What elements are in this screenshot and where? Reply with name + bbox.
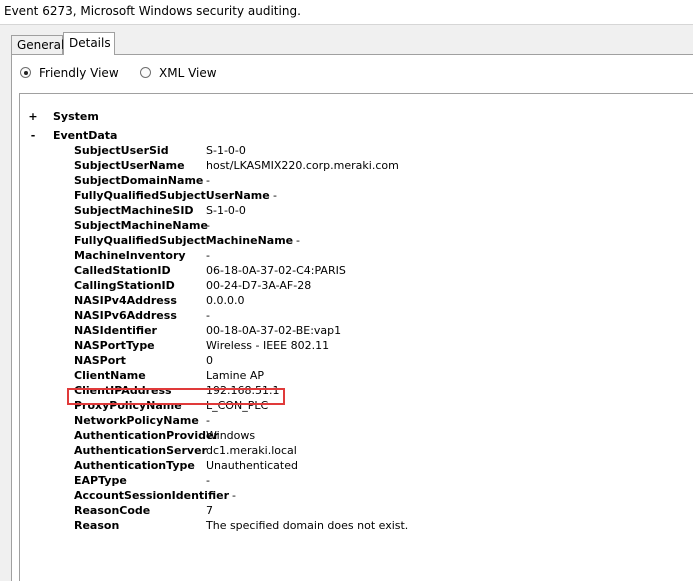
friendly-view-radio[interactable]: [20, 67, 31, 78]
field-value: dc1.meraki.local: [206, 444, 297, 457]
field-name: FullyQualifiedSubjectMachineName: [74, 234, 294, 247]
field-value: -: [206, 174, 210, 187]
system-node-label[interactable]: System: [53, 110, 99, 123]
xml-view-label: XML View: [159, 66, 217, 80]
field-value: 00-24-D7-3A-AF-28: [206, 279, 312, 292]
field-name: NetworkPolicyName: [74, 414, 199, 427]
field-name: AccountSessionIdentifier: [74, 489, 229, 502]
field-value: -: [232, 489, 236, 502]
xml-view-radio[interactable]: [140, 67, 151, 78]
field-value: 06-18-0A-37-02-C4:PARIS: [206, 264, 346, 277]
title-bar: Event 6273, Microsoft Windows security a…: [0, 0, 693, 25]
field-value: S-1-0-0: [206, 144, 246, 157]
field-name: NASIdentifier: [74, 324, 157, 337]
field-value: Windows: [206, 429, 256, 442]
field-name: CalledStationID: [74, 264, 171, 277]
field-value: 00-18-0A-37-02-BE:vap1: [206, 324, 342, 337]
field-value: host/LKASMIX220.corp.meraki.com: [206, 159, 399, 172]
field-value: -: [273, 189, 277, 202]
field-name: AuthenticationServer: [74, 444, 207, 457]
field-value: -: [206, 309, 210, 322]
field-name: EAPType: [74, 474, 127, 487]
field-name: SubjectUserSid: [74, 144, 169, 157]
eventdata-node-label[interactable]: EventData: [53, 129, 117, 142]
field-value: 7: [206, 504, 213, 517]
field-name: NASPortType: [74, 339, 155, 352]
field-value: -: [206, 249, 210, 262]
field-value: 0.0.0.0: [206, 294, 245, 307]
field-name: SubjectDomainName: [74, 174, 204, 187]
field-value: The specified domain does not exist.: [206, 519, 409, 532]
field-name: NASIPv6Address: [74, 309, 177, 322]
field-name: CallingStationID: [74, 279, 175, 292]
field-value: 0: [206, 354, 213, 367]
field-value: Unauthenticated: [206, 459, 298, 472]
field-name: NASIPv4Address: [74, 294, 177, 307]
event-properties-window: Event 6273, Microsoft Windows security a…: [0, 0, 693, 581]
friendly-view-label: Friendly View: [39, 66, 119, 80]
details-tab-panel: Friendly View XML View + System - EventD…: [11, 54, 693, 581]
window-title: Event 6273, Microsoft Windows security a…: [4, 4, 301, 18]
field-name: AuthenticationType: [74, 459, 195, 472]
field-name: SubjectUserName: [74, 159, 185, 172]
field-name: SubjectMachineName: [74, 219, 208, 232]
field-name: Reason: [74, 519, 120, 532]
field-name: NASPort: [74, 354, 126, 367]
field-name: FullyQualifiedSubjectUserName: [74, 189, 270, 202]
tab-general[interactable]: General: [11, 35, 64, 54]
field-value: Lamine AP: [206, 369, 265, 382]
field-value: S-1-0-0: [206, 204, 246, 217]
field-value: Wireless - IEEE 802.11: [206, 339, 330, 352]
field-name: ReasonCode: [74, 504, 151, 517]
eventdata-collapse-toggle[interactable]: -: [28, 129, 38, 142]
friendly-view-pane: + System - EventData SubjectUserSid S-1-0…: [19, 93, 693, 581]
tab-details[interactable]: Details: [63, 32, 115, 55]
field-name: MachineInventory: [74, 249, 186, 262]
field-value: -: [206, 219, 210, 232]
field-value: -: [206, 474, 210, 487]
field-name: ClientName: [74, 369, 146, 382]
field-value: -: [206, 414, 210, 427]
field-value: -: [296, 234, 300, 247]
field-name: SubjectMachineSID: [74, 204, 194, 217]
client-ip-highlight-box: [67, 388, 285, 405]
system-expand-toggle[interactable]: +: [28, 110, 38, 123]
field-name: AuthenticationProvider: [74, 429, 219, 442]
